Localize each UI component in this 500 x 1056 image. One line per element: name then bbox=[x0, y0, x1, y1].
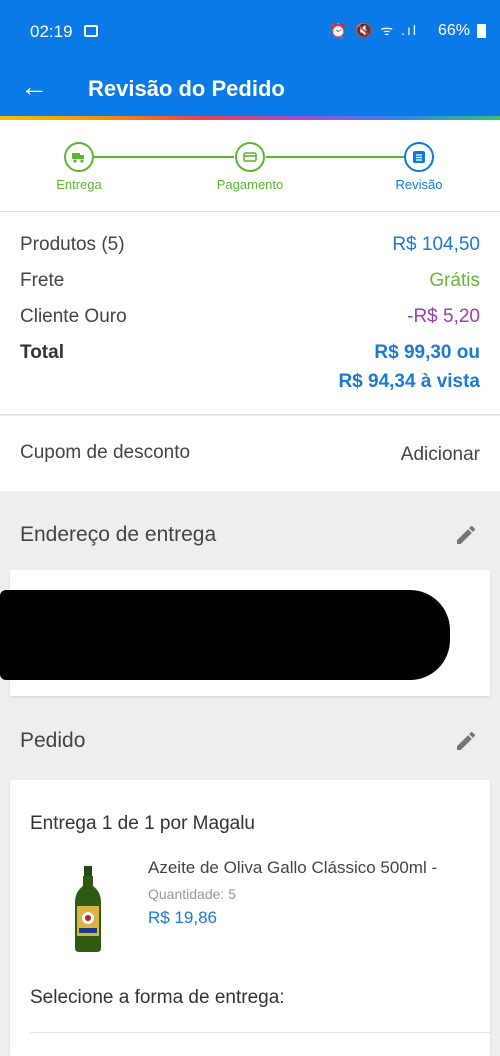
step-label-revisao: Revisão bbox=[395, 177, 443, 192]
shipping-value: Grátis bbox=[429, 270, 480, 291]
stepper-line-1 bbox=[94, 156, 234, 158]
card-icon bbox=[243, 152, 257, 162]
shipment-title: Entrega 1 de 1 por Magalu bbox=[30, 813, 255, 834]
order-summary: Produtos (5) R$ 104,50 Frete Grátis Clie… bbox=[0, 212, 500, 415]
battery-percent: 66% bbox=[437, 22, 470, 39]
step-entrega-truck-icon[interactable] bbox=[64, 142, 94, 172]
total-value-line2: R$ 94,34 à vista bbox=[338, 371, 480, 392]
gold-client-label: Cliente Ouro bbox=[20, 306, 127, 327]
products-value: R$ 104,50 bbox=[392, 234, 480, 255]
product-quantity: Quantidade: 5 bbox=[148, 886, 236, 902]
checkout-stepper: Entrega Pagamento Revisão bbox=[0, 120, 500, 212]
order-card: Entrega 1 de 1 por Magalu Azeite de Oliv… bbox=[10, 780, 490, 1056]
address-section-title: Endereço de entrega bbox=[20, 523, 217, 546]
back-arrow-icon[interactable]: ← bbox=[20, 72, 48, 102]
gold-client-value: -R$ 5,20 bbox=[407, 306, 480, 327]
shipping-method-label: Selecione a forma de entrega: bbox=[30, 987, 285, 1008]
products-label: Produtos (5) bbox=[20, 234, 125, 255]
status-time: 02:19 bbox=[30, 22, 73, 41]
image-notification-icon bbox=[84, 25, 98, 37]
status-bar: 02:19 ⏰ 🔇 ᯤ .ıl 66% bbox=[0, 0, 500, 62]
shipping-label: Frete bbox=[20, 270, 65, 291]
step-label-entrega: Entrega bbox=[56, 177, 102, 192]
divider bbox=[30, 1032, 490, 1033]
battery-icon bbox=[477, 24, 486, 38]
page-title: Revisão do Pedido bbox=[88, 76, 285, 101]
step-pagamento-card-icon[interactable] bbox=[235, 142, 265, 172]
coupon-add-button[interactable]: Adicionar bbox=[401, 444, 480, 466]
redacted-address bbox=[0, 590, 450, 680]
total-label: Total bbox=[20, 342, 64, 363]
product-price: R$ 19,86 bbox=[148, 908, 217, 927]
app-bar: ← Revisão do Pedido bbox=[0, 62, 500, 116]
stepper-line-2 bbox=[266, 156, 404, 158]
coupon-row: Cupom de desconto Adicionar bbox=[0, 416, 500, 491]
edit-order-pencil-icon[interactable] bbox=[454, 729, 478, 753]
order-section-title: Pedido bbox=[20, 729, 86, 752]
coupon-label: Cupom de desconto bbox=[20, 442, 191, 463]
total-value-line1: R$ 99,30 ou bbox=[374, 342, 480, 363]
product-name[interactable]: Azeite de Oliva Gallo Clássico 500ml - bbox=[148, 858, 437, 878]
truck-icon bbox=[72, 153, 84, 163]
olive-oil-bottle-image bbox=[75, 866, 101, 952]
edit-address-pencil-icon[interactable] bbox=[454, 523, 478, 547]
status-indicators-icons: ⏰ 🔇 ᯤ .ıl bbox=[329, 22, 418, 38]
quantity-label: Quantidade: bbox=[148, 886, 225, 902]
list-icon bbox=[413, 151, 425, 163]
step-revisao-list-icon[interactable] bbox=[404, 142, 434, 172]
quantity-value: 5 bbox=[228, 886, 236, 902]
step-label-pagamento: Pagamento bbox=[216, 177, 284, 192]
